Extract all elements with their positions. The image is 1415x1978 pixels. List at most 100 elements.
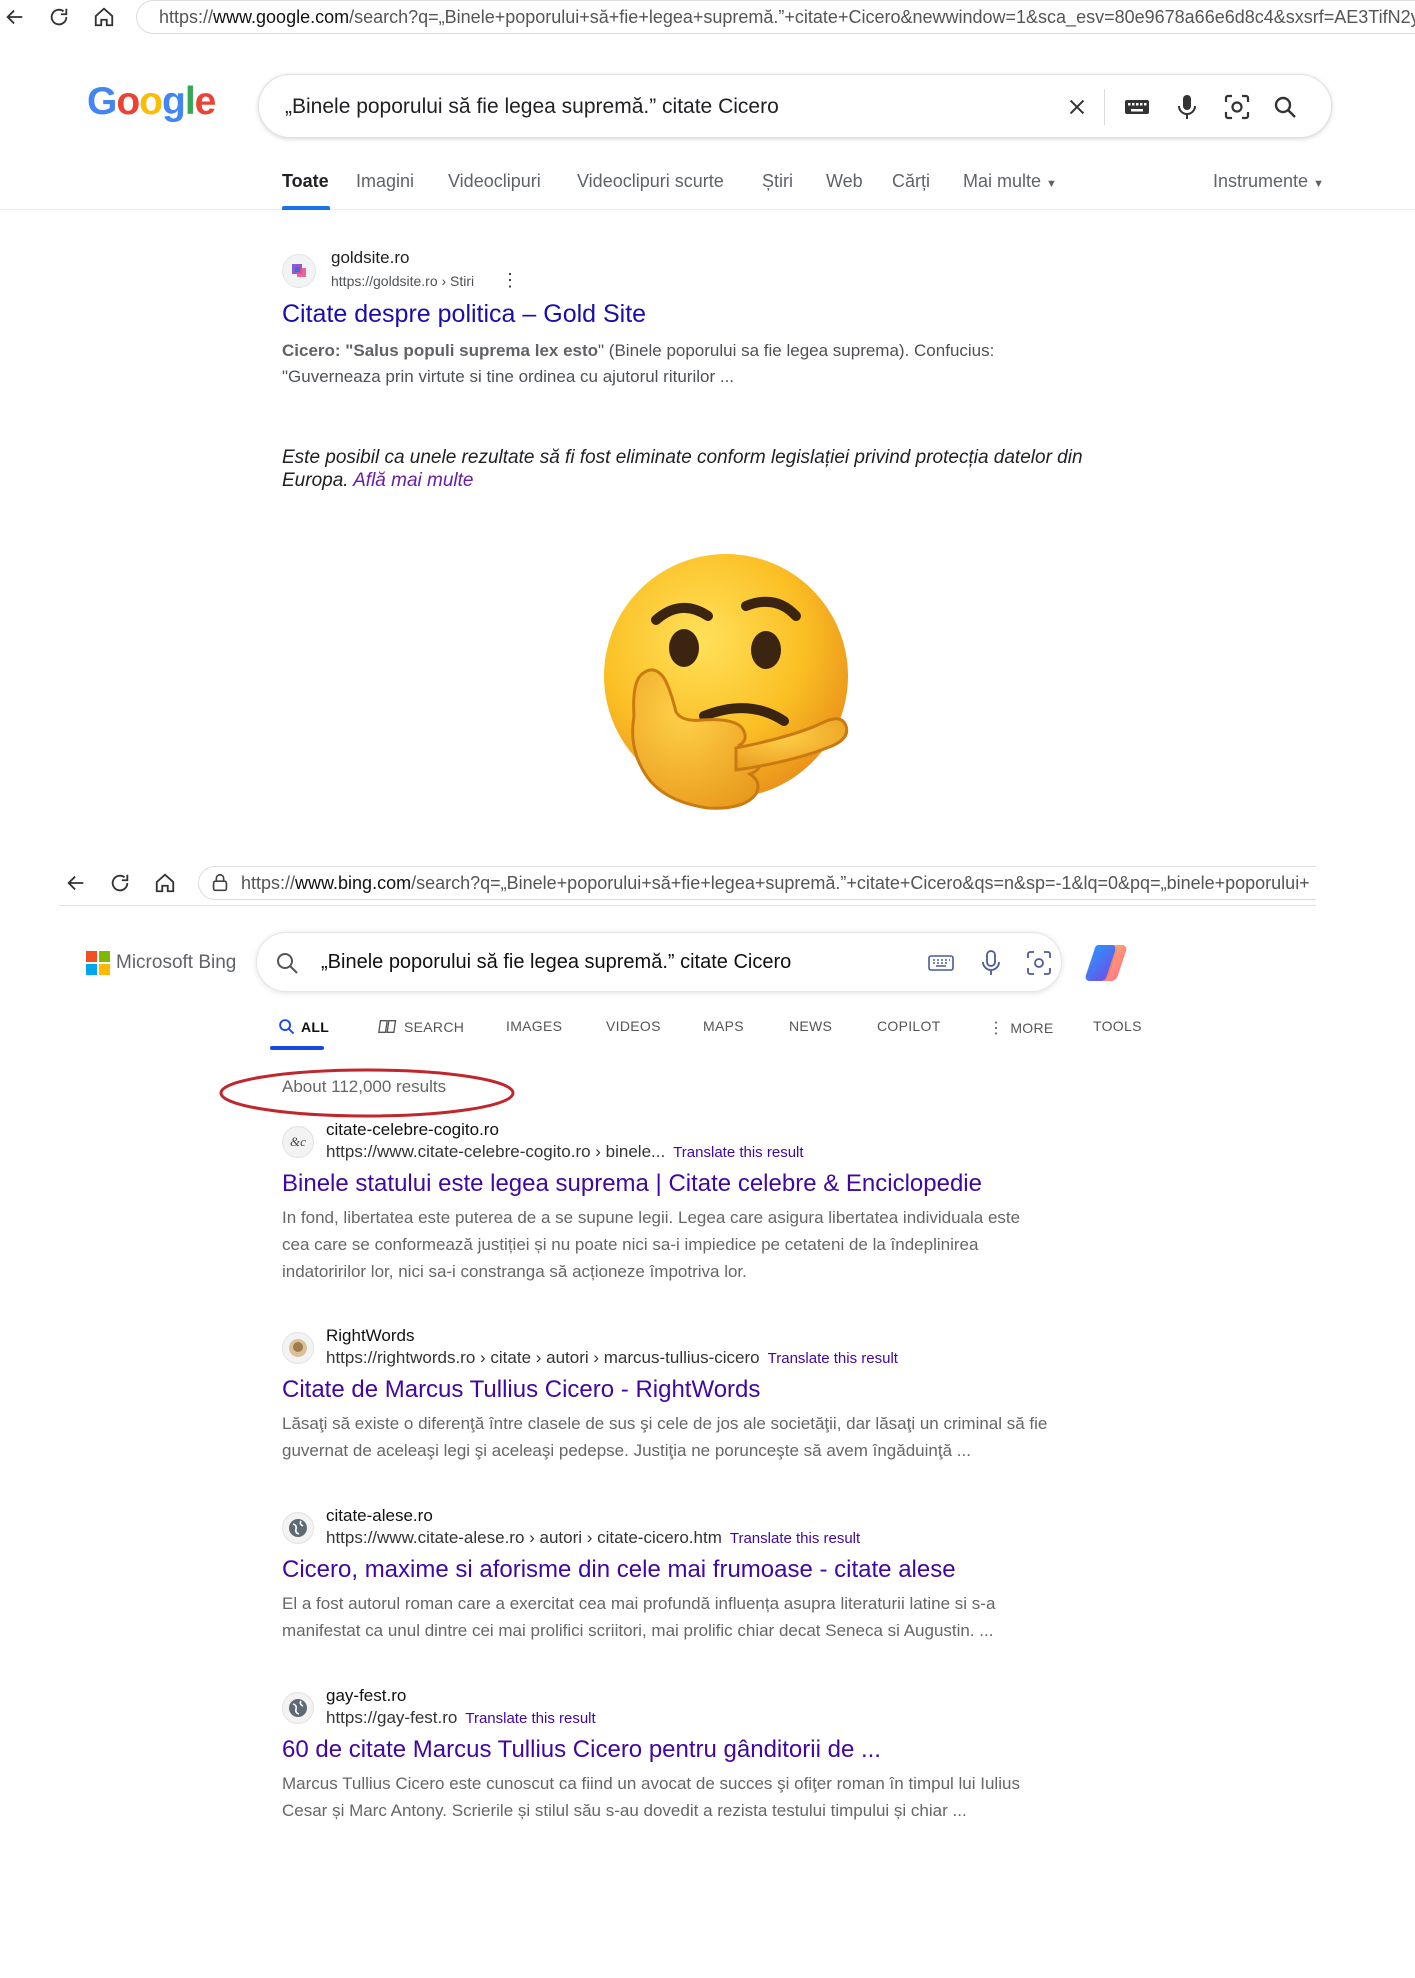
google-search-box[interactable]: „Binele poporului să fie legea supremă.”… — [258, 74, 1332, 138]
more-options-icon[interactable]: ⋮ — [501, 270, 519, 291]
result-url[interactable]: https://www.citate-celebre-cogito.ro › b… — [326, 1142, 804, 1162]
book-search-icon — [378, 1020, 397, 1033]
microphone-icon[interactable] — [975, 947, 1007, 979]
search-result: &c citate-celebre-cogito.ro https://www.… — [282, 1120, 1062, 1281]
globe-icon — [289, 1699, 307, 1717]
search-input[interactable]: „Binele poporului să fie legea supremă.”… — [321, 951, 791, 974]
result-url[interactable]: https://gay-fest.ro Translate this result — [326, 1708, 596, 1728]
tab-more[interactable]: ⋮ MORE — [988, 1018, 1054, 1038]
data-protection-notice: Este posibil ca unele rezultate să fi fo… — [282, 446, 1132, 492]
url-host: www.google.com — [213, 6, 350, 27]
copilot-icon[interactable] — [1084, 941, 1128, 985]
reload-icon[interactable] — [44, 2, 74, 32]
address-bar[interactable]: https://www.google.com/search?q=„Binele+… — [136, 0, 1415, 34]
tab-videoclipuri[interactable]: Videoclipuri — [448, 171, 541, 192]
keyboard-icon[interactable] — [925, 947, 957, 979]
tab-toate[interactable]: Toate — [282, 171, 329, 192]
result-title-link[interactable]: Cicero, maxime si aforisme din cele mai … — [282, 1556, 956, 1584]
more-options-icon: ⋮ — [988, 1020, 1005, 1037]
google-logo[interactable]: Google — [87, 80, 216, 124]
result-site-name[interactable]: citate-celebre-cogito.ro — [326, 1120, 499, 1140]
active-tab-indicator — [270, 1046, 324, 1050]
tools-label: Instrumente — [1213, 171, 1309, 191]
address-bar[interactable]: https://www.bing.com/search?q=„Binele+po… — [198, 866, 1316, 900]
tab-tools[interactable]: TOOLS — [1093, 1018, 1142, 1034]
result-snippet: El a fost autorul roman care a exercitat… — [282, 1594, 996, 1640]
logo-letter: o — [139, 80, 163, 123]
reload-icon[interactable] — [105, 868, 135, 898]
microsoft-logo-icon — [86, 951, 110, 975]
back-icon[interactable] — [61, 868, 91, 898]
tab-stiri[interactable]: Știri — [762, 171, 793, 192]
tab-all-label: ALL — [301, 1018, 330, 1035]
url-host: www.bing.com — [295, 872, 412, 893]
logo-letter: g — [162, 80, 186, 123]
learn-more-link[interactable]: Află mai multe — [353, 470, 473, 491]
search-result: gay-fest.ro https://gay-fest.ro Translate… — [282, 1686, 1062, 1820]
tab-imagini[interactable]: Imagini — [356, 171, 414, 192]
result-site-name[interactable]: goldsite.ro — [331, 248, 409, 268]
result-title-link[interactable]: Binele statului este legea suprema | Cit… — [282, 1170, 982, 1198]
search-result: citate-alese.ro https://www.citate-alese… — [282, 1506, 1062, 1640]
lock-icon[interactable] — [209, 872, 231, 894]
url-path: /search?q=„Binele+poporului+să+fie+legea… — [349, 6, 1415, 27]
globe-icon — [289, 1519, 307, 1537]
home-icon[interactable] — [89, 2, 119, 32]
site-favicon[interactable] — [282, 1692, 314, 1724]
tools-button[interactable]: Instrumente ▼ — [1213, 171, 1324, 192]
result-title-link[interactable]: Citate de Marcus Tullius Cicero - RightW… — [282, 1376, 760, 1404]
tab-news[interactable]: NEWS — [789, 1018, 832, 1034]
tab-all[interactable]: ALL — [278, 1018, 329, 1035]
search-icon[interactable] — [1269, 91, 1301, 123]
search-input[interactable]: „Binele poporului să fie legea supremă.”… — [285, 95, 779, 119]
dropdown-arrow-icon: ▼ — [1313, 178, 1324, 190]
tab-web[interactable]: Web — [826, 171, 863, 192]
clear-icon[interactable] — [1061, 91, 1093, 123]
tab-carti[interactable]: Cărți — [892, 171, 930, 192]
microphone-icon[interactable] — [1171, 91, 1203, 123]
site-favicon[interactable] — [282, 1512, 314, 1544]
tab-images[interactable]: IMAGES — [506, 1018, 562, 1034]
site-favicon[interactable] — [282, 1332, 314, 1364]
tab-videoclipuri-scurte[interactable]: Videoclipuri scurte — [577, 171, 724, 192]
result-site-name[interactable]: citate-alese.ro — [326, 1506, 433, 1526]
back-icon[interactable] — [0, 2, 30, 32]
result-url[interactable]: https://www.citate-alese.ro › autori › c… — [326, 1528, 860, 1548]
tab-maps[interactable]: MAPS — [703, 1018, 744, 1034]
result-url-text: https://rightwords.ro › citate › autori … — [326, 1348, 760, 1367]
tab-videos[interactable]: VIDEOS — [606, 1018, 661, 1034]
tab-search-label: SEARCH — [404, 1018, 465, 1035]
result-url[interactable]: https://rightwords.ro › citate › autori … — [326, 1348, 898, 1368]
translate-link[interactable]: Translate this result — [465, 1710, 595, 1727]
translate-link[interactable]: Translate this result — [673, 1144, 803, 1161]
url-prefix: https:// — [159, 6, 214, 27]
tab-mai-multe[interactable]: Mai multe ▼ — [963, 171, 1057, 192]
result-url-text: https://www.citate-celebre-cogito.ro › b… — [326, 1142, 666, 1161]
site-favicon[interactable] — [282, 254, 316, 288]
camera-lens-icon[interactable] — [1221, 91, 1253, 123]
translate-link[interactable]: Translate this result — [768, 1350, 898, 1367]
result-site-name[interactable]: RightWords — [326, 1326, 415, 1346]
logo-letter: o — [116, 80, 140, 123]
keyboard-icon[interactable] — [1121, 91, 1153, 123]
bing-browser-toolbar: https://www.bing.com/search?q=„Binele+po… — [59, 862, 1316, 906]
result-snippet: Marcus Tullius Cicero este cunoscut ca f… — [282, 1774, 1020, 1820]
result-title-link[interactable]: 60 de citate Marcus Tullius Cicero pentr… — [282, 1736, 881, 1764]
visual-search-icon[interactable] — [1023, 947, 1055, 979]
site-favicon[interactable]: &c — [282, 1126, 314, 1158]
logo-letter: G — [87, 80, 117, 123]
result-title-link[interactable]: Citate despre politica – Gold Site — [282, 300, 646, 329]
bing-logo[interactable]: Microsoft Bing — [86, 951, 236, 975]
search-icon[interactable] — [271, 947, 303, 979]
result-url[interactable]: https://goldsite.ro › Stiri — [331, 273, 474, 289]
result-site-name[interactable]: gay-fest.ro — [326, 1686, 406, 1706]
tab-search[interactable]: SEARCH — [378, 1018, 464, 1035]
google-browser-toolbar: https://www.google.com/search?q=„Binele+… — [0, 0, 1415, 34]
divider — [1104, 89, 1105, 125]
search-result: RightWords https://rightwords.ro › citat… — [282, 1326, 1062, 1460]
search-icon — [279, 1019, 295, 1035]
tab-copilot[interactable]: COPILOT — [877, 1018, 941, 1034]
translate-link[interactable]: Translate this result — [730, 1530, 860, 1547]
home-icon[interactable] — [150, 868, 180, 898]
bing-search-box[interactable]: „Binele poporului să fie legea supremă.”… — [256, 932, 1062, 992]
